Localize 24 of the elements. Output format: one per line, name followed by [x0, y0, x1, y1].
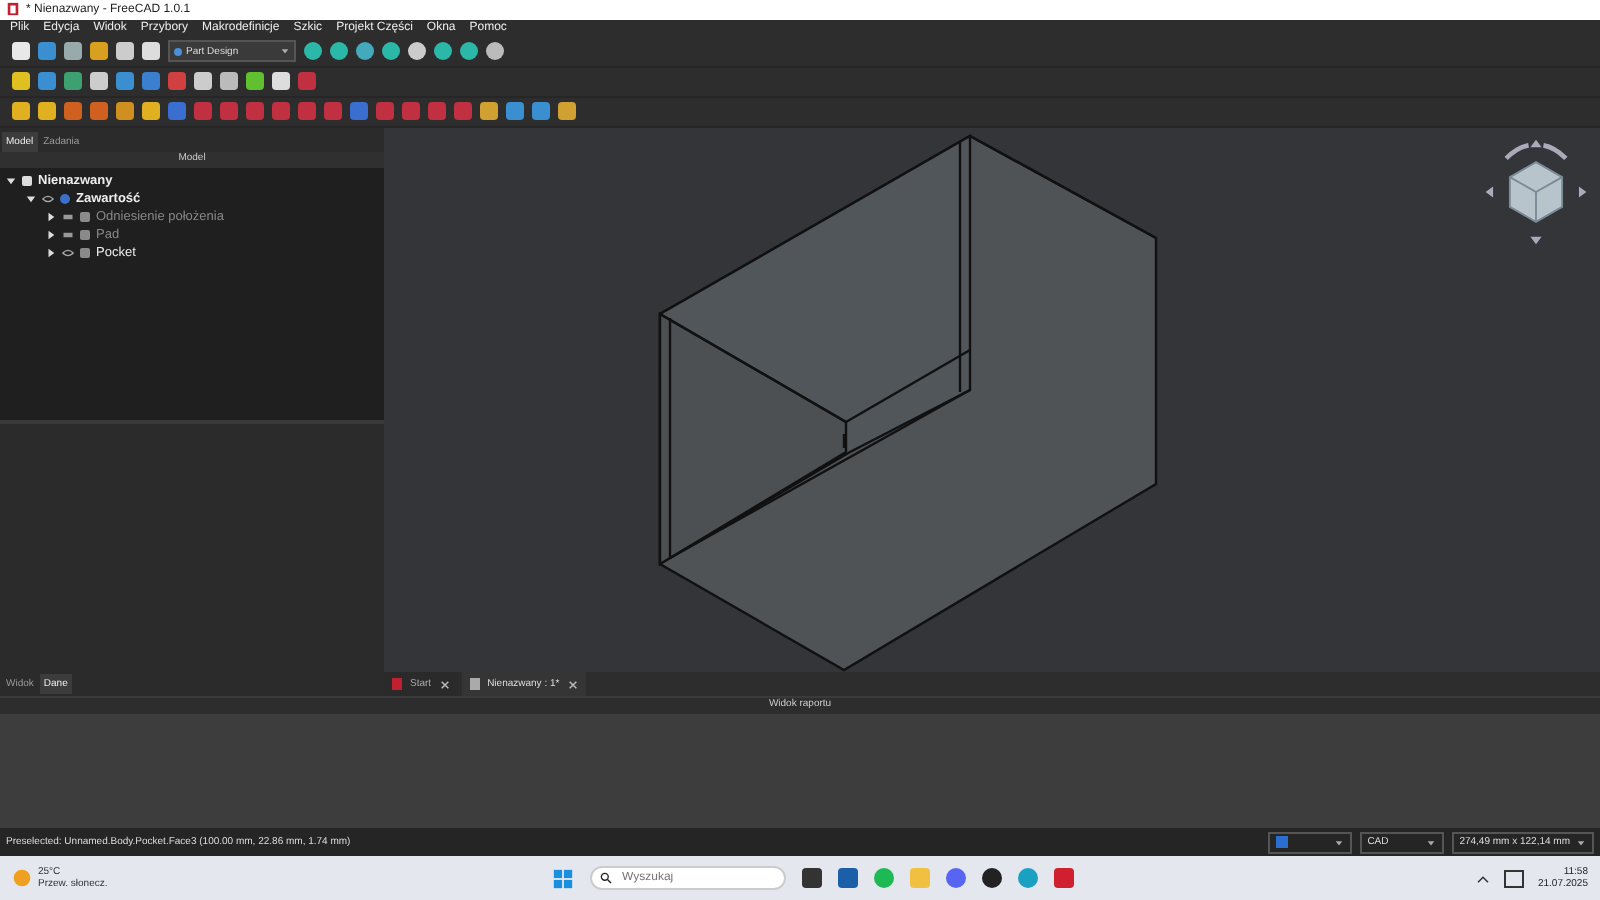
expand-arrow-icon[interactable] [6, 175, 16, 186]
sun-icon [12, 868, 32, 889]
caret-icon [280, 46, 290, 57]
start-icon[interactable] [552, 867, 574, 890]
eye-closed-icon[interactable] [62, 229, 74, 240]
expand-arrow-icon[interactable] [46, 211, 56, 222]
search-icon [600, 872, 612, 885]
chevron-up-icon[interactable] [1475, 873, 1490, 884]
app-icon[interactable] [802, 868, 822, 889]
eye-icon[interactable] [62, 247, 74, 258]
eye-closed-icon[interactable] [62, 211, 74, 222]
app-icon[interactable] [982, 868, 1002, 889]
eye-icon[interactable] [42, 193, 54, 204]
navigation-cube-icon[interactable] [1480, 135, 1592, 248]
close-icon[interactable] [439, 679, 450, 690]
caret-icon [1576, 837, 1586, 848]
caret-icon [1333, 837, 1344, 848]
feature-icon [22, 175, 32, 186]
expand-arrow-icon[interactable] [26, 193, 36, 204]
close-icon[interactable] [567, 679, 578, 690]
expand-arrow-icon[interactable] [46, 247, 56, 258]
color-dropdown[interactable] [1267, 831, 1352, 854]
caret-icon [1425, 837, 1436, 848]
expand-arrow-icon[interactable] [46, 229, 56, 240]
